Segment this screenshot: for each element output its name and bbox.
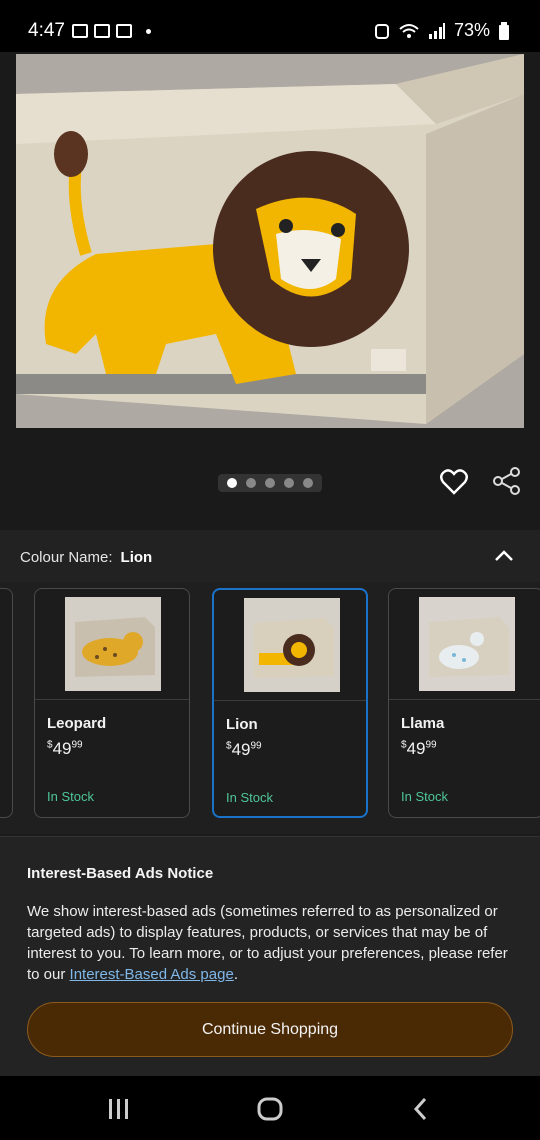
carousel-dot[interactable] [245,478,256,488]
colour-selector-header[interactable]: Colour Name: Lion [0,530,540,582]
stock-status: In Stock [226,790,273,805]
interest-based-ads-link[interactable]: Interest-Based Ads page [70,966,234,983]
stock-status: In Stock [47,789,94,804]
swatch-thumbnail [244,598,340,692]
notice-body-end: . [233,966,238,983]
colour-value: Lion [120,549,153,566]
colour-label-text: Colour Name: [20,549,113,566]
swatch-price: $4999 [401,739,437,758]
colour-label: Colour Name: Lion [20,549,152,566]
heart-icon[interactable] [440,468,468,496]
carousel-indicator[interactable] [218,474,322,492]
swatch-partial[interactable] [0,588,13,818]
signal-icon [428,22,445,39]
nfc-icon [374,23,389,39]
swatch-thumbnail [419,597,515,691]
product-image[interactable] [16,54,524,428]
swatch-price: $4999 [47,739,83,758]
colour-swatch-list[interactable]: Leopard $4999 In Stock Lion $4999 In Sto… [0,582,540,834]
calendar-icon [72,24,88,38]
more-notifications-icon [146,28,151,34]
carousel-dot[interactable] [226,478,237,488]
swatch-lion[interactable]: Lion $4999 In Stock [212,588,368,818]
share-icon[interactable] [492,466,522,496]
status-bar: 4:47 73% [0,0,540,52]
notice-title: Interest-Based Ads Notice [27,865,214,882]
continue-shopping-button[interactable]: Continue Shopping [27,1002,513,1057]
carousel-dot[interactable] [264,478,275,488]
swatch-name: Leopard [47,715,107,732]
product-image-gallery[interactable] [0,52,540,530]
stock-status: In Stock [401,789,448,804]
back-icon[interactable] [406,1094,436,1124]
battery-percent: 73% [453,20,490,40]
notice-body: We show interest-based ads (sometimes re… [27,901,513,985]
swatch-leopard[interactable]: Leopard $4999 In Stock [34,588,190,818]
status-time: 4:47 [28,20,65,41]
system-nav-bar [0,1076,540,1140]
carousel-dot[interactable] [303,478,314,488]
carousel-dot[interactable] [284,478,295,488]
swatch-llama[interactable]: Llama $4999 In Stock [388,588,540,818]
mail-icon [94,24,110,38]
chevron-up-icon[interactable] [492,544,516,568]
notification-icons [72,24,151,38]
swatch-name: Lion [226,716,258,733]
swatch-name: Llama [401,715,445,732]
swatch-price: $4999 [226,740,262,759]
recent-apps-icon[interactable] [104,1094,134,1124]
swatch-thumbnail [65,597,161,691]
wifi-icon [399,23,419,38]
calendar-icon [116,24,132,38]
battery-icon [499,21,509,40]
system-icons: 73% [374,20,510,41]
ads-notice-panel: Interest-Based Ads Notice We show intere… [0,836,540,1077]
home-icon[interactable] [255,1094,285,1124]
